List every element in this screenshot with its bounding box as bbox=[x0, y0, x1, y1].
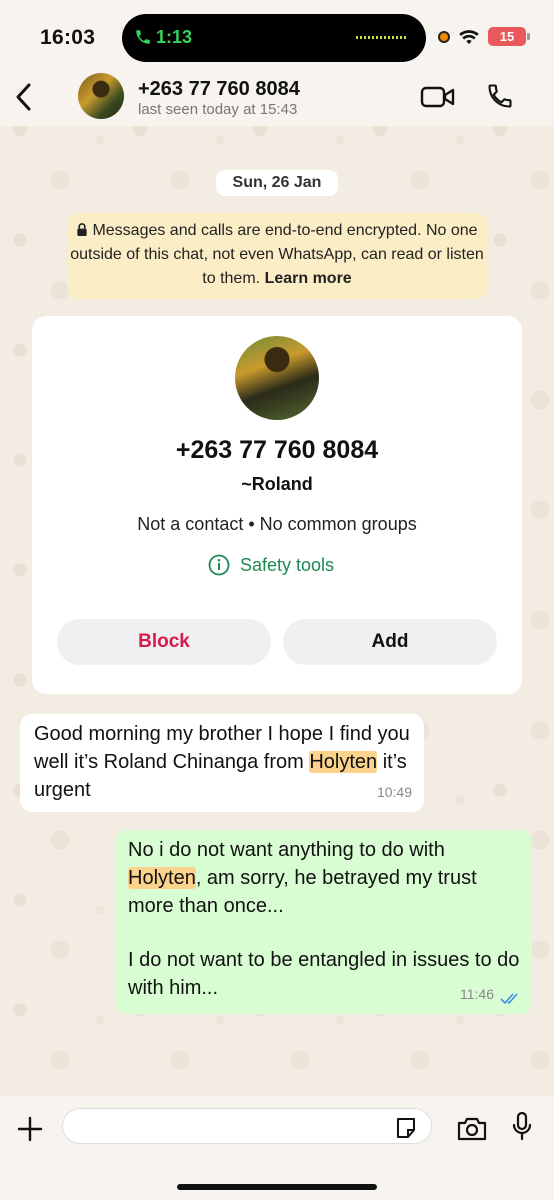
status-bar: 16:03 1:13 15 bbox=[0, 0, 554, 70]
card-phone-number: +263 77 760 8084 bbox=[175, 436, 379, 464]
call-duration: 1:13 bbox=[156, 27, 193, 47]
plus-icon[interactable] bbox=[17, 1116, 43, 1142]
block-button[interactable]: Block bbox=[57, 619, 271, 665]
safety-tools-label: Safety tools bbox=[240, 554, 335, 575]
card-push-name: ~Roland bbox=[241, 474, 313, 494]
status-time: 16:03 bbox=[40, 26, 96, 49]
card-contact-status: Not a contact • No common groups bbox=[137, 514, 417, 534]
date-separator: Sun, 26 Jan bbox=[216, 170, 338, 196]
message-input[interactable] bbox=[62, 1108, 432, 1144]
contact-title[interactable]: +263 77 760 8084 bbox=[138, 78, 300, 101]
message-composer bbox=[0, 1096, 554, 1200]
microphone-icon[interactable] bbox=[512, 1111, 532, 1141]
info-circle-icon bbox=[208, 554, 230, 576]
highlighted-keyword: Holyten bbox=[128, 867, 196, 889]
phone-icon bbox=[136, 30, 150, 44]
camera-icon[interactable] bbox=[456, 1116, 488, 1142]
back-chevron-icon[interactable] bbox=[14, 82, 34, 112]
battery-icon: 15 bbox=[488, 27, 530, 46]
message-text: No i do not want anything to do with bbox=[128, 839, 445, 861]
dynamic-island-call[interactable]: 1:13 bbox=[122, 14, 426, 62]
wifi-icon bbox=[459, 29, 479, 44]
read-ticks-icon bbox=[500, 993, 518, 1005]
outgoing-message[interactable]: No i do not want anything to do with Hol… bbox=[116, 830, 532, 1014]
status-icons: 15 bbox=[438, 27, 530, 46]
contact-avatar[interactable] bbox=[78, 73, 124, 119]
unknown-contact-card: +263 77 760 8084 ~Roland Not a contact •… bbox=[32, 316, 522, 694]
safety-tools-link[interactable]: Safety tools bbox=[208, 554, 334, 576]
chat-header: +263 77 760 8084 last seen today at 15:4… bbox=[0, 70, 554, 126]
voice-call-icon[interactable] bbox=[486, 82, 514, 110]
last-seen: last seen today at 15:43 bbox=[138, 101, 298, 118]
message-time: 10:49 bbox=[376, 784, 412, 800]
message-paragraph: No i do not want anything to do with Hol… bbox=[128, 836, 520, 920]
audio-wave-icon bbox=[356, 36, 406, 39]
highlighted-keyword: Holyten bbox=[309, 751, 378, 773]
lock-icon bbox=[77, 223, 88, 236]
mic-indicator-icon bbox=[438, 30, 450, 43]
sticker-icon[interactable] bbox=[394, 1116, 418, 1140]
contact-profile-photo[interactable] bbox=[235, 336, 319, 420]
learn-more-link[interactable]: Learn more bbox=[265, 270, 352, 287]
video-call-icon[interactable] bbox=[420, 84, 456, 110]
home-indicator[interactable] bbox=[177, 1184, 377, 1190]
add-contact-button[interactable]: Add bbox=[283, 619, 497, 665]
message-time: 11:46 bbox=[460, 986, 494, 1002]
incoming-message[interactable]: Good morning my brother I hope I find yo… bbox=[20, 714, 424, 812]
encryption-notice[interactable]: Messages and calls are end-to-end encryp… bbox=[67, 213, 487, 299]
